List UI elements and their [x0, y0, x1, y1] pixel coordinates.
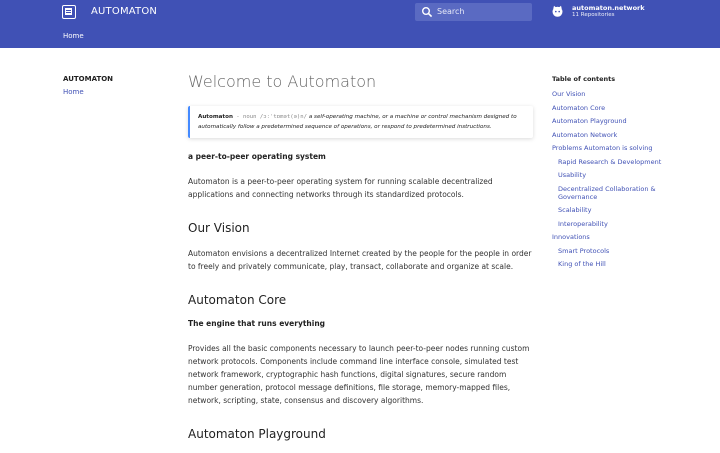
toc-title: Table of contents: [552, 75, 616, 83]
top-header: AUTOMATON Search automaton.network 11 Re…: [0, 0, 720, 48]
tagline: a peer-to-peer operating system: [188, 152, 326, 161]
toc-item-usability[interactable]: Usability: [552, 171, 672, 179]
toc-item-king-of-the-hill[interactable]: King of the Hill: [552, 260, 672, 268]
playground-heading: Automaton Playground: [188, 427, 326, 441]
primary-navigation: AUTOMATON Home: [63, 75, 173, 96]
search-icon: [422, 7, 433, 18]
search-input[interactable]: Search: [415, 3, 532, 21]
toc-item-rapid-research[interactable]: Rapid Research & Development: [552, 158, 672, 166]
toc-item-automaton-network[interactable]: Automaton Network: [552, 131, 672, 139]
page-title: Welcome to Automaton: [188, 72, 377, 91]
repo-count: 11 Repositories: [572, 12, 615, 18]
intro-paragraph: Automaton is a peer-to-peer operating sy…: [188, 177, 493, 199]
toc-item-interoperability[interactable]: Interoperability: [552, 220, 672, 228]
definition-pronunciation: /ɔːˈtɒmət(ə)n/: [259, 114, 308, 120]
core-subheading: The engine that runs everything: [188, 319, 326, 328]
toc-item-decentralized-collaboration[interactable]: Decentralized Collaboration & Governance: [552, 185, 672, 201]
toc-item-smart-protocols[interactable]: Smart Protocols: [552, 247, 672, 255]
toc-item-automaton-core[interactable]: Automaton Core: [552, 104, 672, 112]
toc-item-our-vision[interactable]: Our Vision: [552, 90, 672, 98]
nav-item-home[interactable]: Home: [63, 88, 173, 96]
core-paragraph: Provides all the basic components necess…: [188, 344, 530, 405]
main-content: Welcome to Automaton Automaton - noun /ɔ…: [188, 72, 533, 453]
definition-sep: - noun: [232, 114, 260, 120]
toc-item-scalability[interactable]: Scalability: [552, 206, 672, 214]
vision-heading: Our Vision: [188, 221, 250, 235]
search-placeholder: Search: [437, 7, 465, 16]
toc-item-innovations[interactable]: Innovations: [552, 233, 672, 241]
toc-item-problems[interactable]: Problems Automaton is solving: [552, 144, 672, 152]
github-icon: [552, 5, 563, 17]
nav-title: AUTOMATON: [63, 75, 114, 83]
site-title[interactable]: AUTOMATON: [91, 6, 157, 17]
toc-item-automaton-playground[interactable]: Automaton Playground: [552, 117, 672, 125]
site-logo-icon[interactable]: [62, 5, 76, 19]
definition-term: Automaton: [198, 114, 233, 120]
table-of-contents: Table of contents Our Vision Automaton C…: [552, 75, 672, 274]
repo-name: automaton.network: [572, 4, 645, 12]
vision-paragraph: Automaton envisions a decentralized Inte…: [188, 249, 532, 271]
tab-home[interactable]: Home: [63, 32, 84, 40]
definition-quote: Automaton - noun /ɔːˈtɒmət(ə)n/ a self-o…: [188, 106, 533, 138]
core-heading: Automaton Core: [188, 293, 287, 307]
